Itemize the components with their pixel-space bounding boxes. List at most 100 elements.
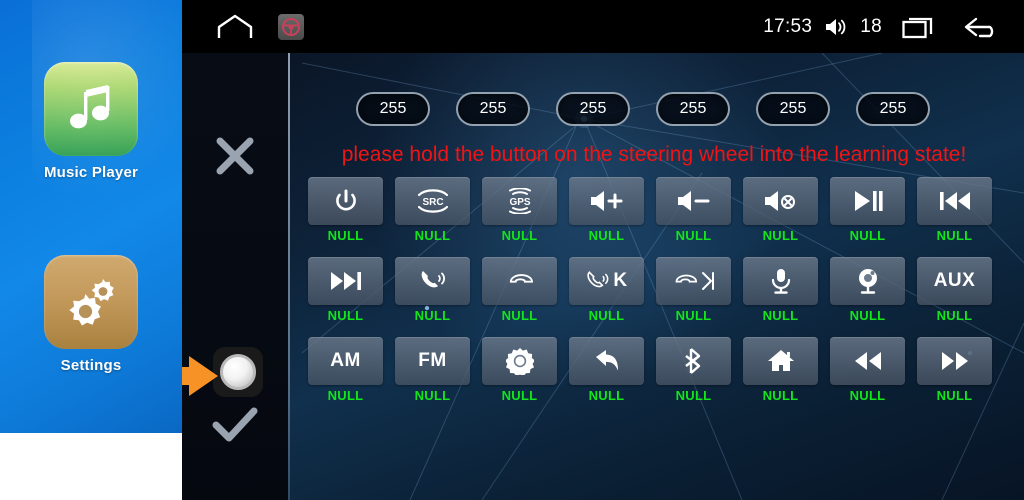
- rewind-button[interactable]: [830, 337, 905, 385]
- orange-arrow-icon: [182, 355, 219, 397]
- function-cell-call-answer-k: K NULL: [569, 257, 644, 323]
- function-status: NULL: [849, 308, 886, 323]
- channel-value-pill[interactable]: 255: [756, 92, 830, 126]
- call-answer-button[interactable]: [395, 257, 470, 305]
- channel-value-pill[interactable]: 255: [656, 92, 730, 126]
- src-button[interactable]: SRC: [395, 177, 470, 225]
- fm-button[interactable]: FM: [395, 337, 470, 385]
- function-cell-fast-forward: NULL: [917, 337, 992, 403]
- function-cell-gps: GPS NULL: [482, 177, 557, 243]
- screen: Music Player Settings 17:53 18 255 255 2…: [0, 0, 1024, 500]
- play-pause-button[interactable]: [830, 177, 905, 225]
- call-answer-icon: [418, 267, 448, 295]
- gps-icon: GPS: [504, 188, 536, 214]
- play-pause-icon: [852, 189, 884, 213]
- bluetooth-icon: [683, 347, 705, 375]
- mute-icon: [763, 189, 799, 213]
- gears-icon: [44, 255, 138, 349]
- channel-value-row: 255 255 255 255 255 255: [288, 92, 1024, 126]
- call-answer-k-button[interactable]: K: [569, 257, 644, 305]
- next-track-icon: [329, 269, 363, 293]
- channel-value-pill[interactable]: 255: [356, 92, 430, 126]
- svg-text:SRC: SRC: [422, 197, 443, 208]
- function-cell-play-pause: NULL: [830, 177, 905, 243]
- function-cell-previous-track: NULL: [917, 177, 992, 243]
- function-cell-next-track: NULL: [308, 257, 383, 323]
- call-answer-k-icon: K: [585, 268, 627, 294]
- back-arrow-icon[interactable]: [962, 14, 1002, 40]
- call-end-button[interactable]: [482, 257, 557, 305]
- function-cell-home: NULL: [743, 337, 818, 403]
- function-cell-am: AM NULL: [308, 337, 383, 403]
- function-cell-brightness: NULL: [482, 337, 557, 403]
- function-status: NULL: [414, 388, 451, 403]
- function-status: NULL: [675, 228, 712, 243]
- function-status: NULL: [849, 228, 886, 243]
- back-button[interactable]: [569, 337, 644, 385]
- confirm-button[interactable]: [182, 401, 288, 451]
- bluetooth-button[interactable]: [656, 337, 731, 385]
- call-end-icon: [506, 267, 534, 295]
- volume-icon[interactable]: [824, 16, 848, 38]
- steering-wheel-icon[interactable]: [278, 13, 304, 40]
- microphone-button[interactable]: [743, 257, 818, 305]
- checkmark-icon: [210, 404, 260, 448]
- knob-dial[interactable]: [220, 354, 256, 390]
- microphone-icon: [769, 267, 793, 295]
- channel-value-pill[interactable]: 255: [856, 92, 930, 126]
- function-cell-fm: FM NULL: [395, 337, 470, 403]
- function-status: NULL: [327, 228, 364, 243]
- volume-down-button[interactable]: [656, 177, 731, 225]
- rewind-icon: [852, 349, 884, 373]
- volume-level: 18: [860, 15, 882, 37]
- grid-row: NULL SRC NULL GPS NULL NULL NULL NULL NU…: [308, 177, 1018, 243]
- power-icon: [333, 188, 359, 214]
- am-label: AM: [330, 350, 361, 371]
- home-outline-icon[interactable]: [216, 14, 254, 40]
- status-clock: 17:53: [763, 15, 813, 37]
- music-note-icon: [44, 62, 138, 156]
- function-status: NULL: [327, 388, 364, 403]
- aux-button[interactable]: AUX: [917, 257, 992, 305]
- back-icon: [593, 348, 621, 374]
- recents-icon[interactable]: [902, 14, 938, 40]
- volume-up-button[interactable]: [569, 177, 644, 225]
- home-button[interactable]: [743, 337, 818, 385]
- function-status: NULL: [762, 388, 799, 403]
- app-tile-music-player[interactable]: Music Player: [0, 62, 182, 181]
- steering-wheel-learning-panel: 255 255 255 255 255 255 please hold the …: [182, 53, 1024, 500]
- call-end-next-button[interactable]: [656, 257, 731, 305]
- rotary-knob-button[interactable]: [182, 343, 288, 401]
- brightness-button[interactable]: [482, 337, 557, 385]
- cancel-button[interactable]: [182, 131, 288, 181]
- app-label-settings: Settings: [60, 357, 122, 374]
- function-cell-bluetooth: NULL: [656, 337, 731, 403]
- fast-forward-icon: [939, 349, 971, 373]
- channel-value-pill[interactable]: 255: [456, 92, 530, 126]
- rotary-knob-icon[interactable]: [182, 347, 263, 397]
- function-cell-power: NULL: [308, 177, 383, 243]
- power-button[interactable]: [308, 177, 383, 225]
- fast-forward-button[interactable]: [917, 337, 992, 385]
- brightness-icon: [505, 347, 534, 375]
- call-end-next-icon: [672, 268, 715, 294]
- function-cell-call-end-next: NULL: [656, 257, 731, 323]
- function-cell-back: NULL: [569, 337, 644, 403]
- function-status: NULL: [936, 308, 973, 323]
- next-track-button[interactable]: [308, 257, 383, 305]
- function-cell-microphone: NULL: [743, 257, 818, 323]
- gps-button[interactable]: GPS: [482, 177, 557, 225]
- volume-up-icon: [589, 189, 625, 213]
- function-status: NULL: [849, 388, 886, 403]
- channel-value-pill[interactable]: 255: [556, 92, 630, 126]
- camera-button[interactable]: [830, 257, 905, 305]
- app-launcher-sidebar: Music Player Settings: [0, 0, 182, 433]
- function-status: NULL: [501, 308, 538, 323]
- function-status: NULL: [588, 228, 625, 243]
- app-tile-settings[interactable]: Settings: [0, 255, 182, 374]
- am-button[interactable]: AM: [308, 337, 383, 385]
- function-status: NULL: [762, 228, 799, 243]
- previous-track-button[interactable]: [917, 177, 992, 225]
- mute-button[interactable]: [743, 177, 818, 225]
- function-status: NULL: [762, 308, 799, 323]
